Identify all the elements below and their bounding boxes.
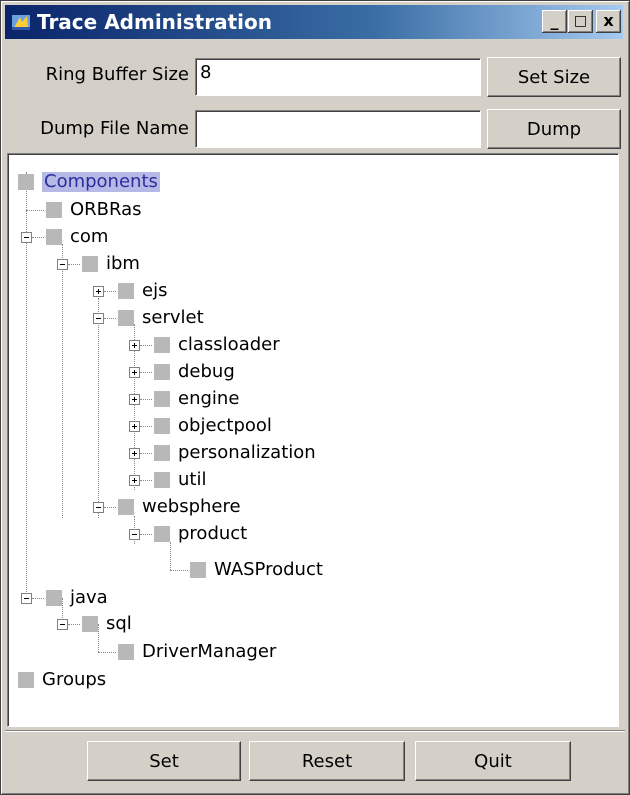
folder-icon <box>154 526 170 542</box>
tree-node-wasproduct[interactable]: WASProduct <box>214 560 323 580</box>
folder-icon <box>18 174 34 190</box>
tree-node-util[interactable]: util <box>178 470 206 490</box>
tree-line <box>104 507 116 508</box>
tree-node-groups[interactable]: Groups <box>42 670 106 690</box>
tree-line <box>104 291 116 292</box>
tree-node-servlet[interactable]: servlet <box>142 308 204 328</box>
folder-icon <box>118 283 134 299</box>
tree-node-engine[interactable]: engine <box>178 389 239 409</box>
folder-icon <box>190 562 206 578</box>
dump-file-name-input[interactable] <box>195 110 481 148</box>
tree-node-objectpool[interactable]: objectpool <box>178 416 272 436</box>
folder-icon <box>18 672 34 688</box>
tree-node-components[interactable]: Components <box>42 172 160 192</box>
tree-line <box>68 624 80 625</box>
collapse-icon[interactable] <box>57 619 68 630</box>
folder-icon <box>118 499 134 515</box>
tree-node-com[interactable]: com <box>70 227 108 247</box>
window-title: Trace Administration <box>37 10 272 34</box>
tree-line <box>170 542 171 570</box>
folder-icon <box>46 229 62 245</box>
tree-node-sql[interactable]: sql <box>106 614 132 634</box>
tree-line <box>170 570 188 571</box>
folder-icon <box>46 590 62 606</box>
tree-line <box>140 426 152 427</box>
expand-icon[interactable] <box>129 367 140 378</box>
collapse-icon[interactable] <box>93 502 104 513</box>
expand-icon[interactable] <box>129 448 140 459</box>
trace-administration-window: Trace Administration _ □ x Ring Buffer S… <box>0 0 630 795</box>
title-bar[interactable]: Trace Administration _ □ x <box>5 5 623 39</box>
collapse-icon[interactable] <box>93 313 104 324</box>
tree-line <box>98 652 116 653</box>
expand-icon[interactable] <box>129 421 140 432</box>
tree-line <box>68 264 80 265</box>
tree-line <box>140 480 152 481</box>
tree-line <box>140 534 152 535</box>
tree-node-personalization[interactable]: personalization <box>178 443 316 463</box>
tree-line <box>140 345 152 346</box>
folder-icon <box>154 364 170 380</box>
close-button[interactable]: x <box>596 10 621 33</box>
tree-line <box>98 298 99 518</box>
set-button[interactable]: Set <box>87 741 241 781</box>
tree-node-classloader[interactable]: classloader <box>178 335 280 355</box>
tree-line <box>32 598 44 599</box>
tree-line <box>140 399 152 400</box>
ring-buffer-size-label: Ring Buffer Size <box>45 64 189 85</box>
expand-icon[interactable] <box>129 475 140 486</box>
quit-button[interactable]: Quit <box>415 741 571 781</box>
expand-icon[interactable] <box>129 394 140 405</box>
components-tree[interactable]: Components ORBRas com ibm ejs servlet cl… <box>7 153 619 727</box>
set-size-button[interactable]: Set Size <box>487 57 621 97</box>
tree-line <box>62 244 63 518</box>
folder-icon <box>154 445 170 461</box>
tree-node-debug[interactable]: debug <box>178 362 235 382</box>
collapse-icon[interactable] <box>57 259 68 270</box>
tree-node-ejs[interactable]: ejs <box>142 281 167 301</box>
collapse-icon[interactable] <box>21 232 32 243</box>
minimize-button[interactable]: _ <box>542 10 567 33</box>
expand-icon[interactable] <box>129 340 140 351</box>
folder-icon <box>82 256 98 272</box>
tree-line <box>26 210 44 211</box>
dump-file-name-label: Dump File Name <box>40 118 189 139</box>
tree-node-ibm[interactable]: ibm <box>106 254 140 274</box>
tree-line <box>140 372 152 373</box>
folder-icon <box>82 616 98 632</box>
reset-button[interactable]: Reset <box>249 741 405 781</box>
folder-icon <box>154 337 170 353</box>
tree-line <box>98 624 99 652</box>
collapse-icon[interactable] <box>129 529 140 540</box>
folder-icon <box>118 644 134 660</box>
tree-node-java[interactable]: java <box>70 588 108 608</box>
tree-line <box>140 453 152 454</box>
folder-icon <box>154 472 170 488</box>
tree-node-orbras[interactable]: ORBRas <box>70 200 142 220</box>
tree-line <box>104 318 116 319</box>
maximize-button[interactable]: □ <box>568 10 593 33</box>
ring-buffer-size-input[interactable]: 8 <box>195 58 481 96</box>
tree-node-websphere[interactable]: websphere <box>142 497 241 517</box>
folder-icon <box>118 310 134 326</box>
expand-icon[interactable] <box>93 286 104 297</box>
folder-icon <box>46 202 62 218</box>
collapse-icon[interactable] <box>21 593 32 604</box>
dump-button[interactable]: Dump <box>487 109 621 149</box>
app-icon <box>12 15 30 30</box>
separator <box>5 730 625 732</box>
tree-node-product[interactable]: product <box>178 524 247 544</box>
folder-icon <box>154 391 170 407</box>
tree-node-drivermanager[interactable]: DriverManager <box>142 642 276 662</box>
folder-icon <box>154 418 170 434</box>
tree-line <box>32 237 44 238</box>
